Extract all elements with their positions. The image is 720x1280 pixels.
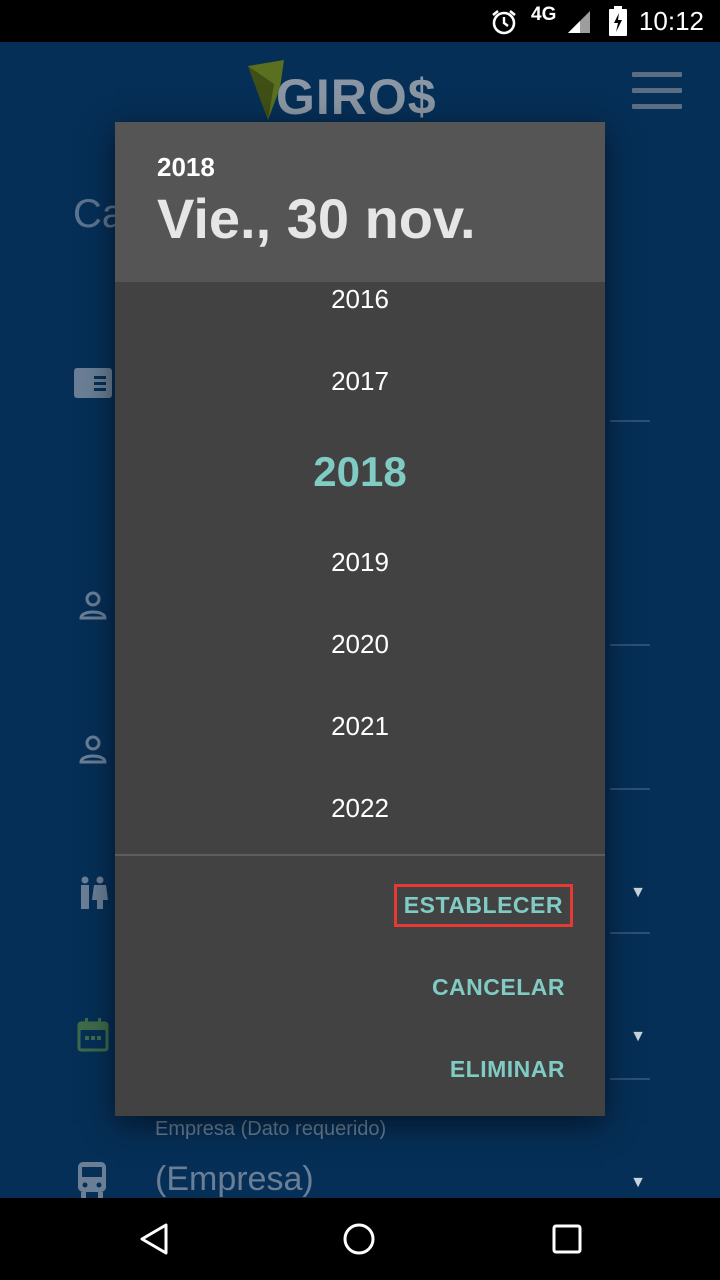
menu-icon[interactable]: [632, 72, 682, 110]
battery-charging-icon: [609, 6, 627, 36]
navigation-bar: [0, 1198, 720, 1280]
field-underline: [610, 788, 650, 790]
delete-button[interactable]: ELIMINAR: [450, 1056, 565, 1083]
company-select[interactable]: (Empresa): [155, 1160, 314, 1198]
cancel-button[interactable]: CANCELAR: [432, 974, 565, 1001]
header-year[interactable]: 2018: [157, 152, 215, 183]
alarm-icon: [492, 9, 516, 35]
year-item[interactable]: 2016: [115, 284, 605, 315]
dropdown-caret-icon[interactable]: ▼: [630, 1174, 646, 1192]
dropdown-caret-icon[interactable]: ▼: [630, 884, 646, 902]
year-item[interactable]: 2019: [115, 547, 605, 578]
date-picker-dialog: 2018 Vie., 30 nov. 2016 2017 2018 2019 2…: [115, 122, 605, 1116]
gender-icon: [81, 876, 108, 909]
field-underline: [610, 420, 650, 422]
field-underline: [610, 1078, 650, 1080]
dropdown-caret-icon[interactable]: ▼: [630, 1028, 646, 1046]
back-icon[interactable]: [138, 1222, 170, 1256]
company-field-label: Empresa (Dato requerido): [155, 1118, 387, 1140]
year-item[interactable]: 2020: [115, 629, 605, 660]
year-item[interactable]: 2017: [115, 366, 605, 397]
id-card-icon: [74, 368, 112, 398]
network-type: 4G: [531, 4, 557, 25]
person-icon: [79, 591, 107, 620]
year-item[interactable]: 2021: [115, 711, 605, 742]
year-item[interactable]: 2022: [115, 793, 605, 824]
app-logo: GIRO$: [276, 69, 437, 125]
bus-icon: [78, 1162, 106, 1198]
date-picker-header: 2018 Vie., 30 nov.: [115, 122, 605, 282]
set-button[interactable]: ESTABLECER: [393, 884, 574, 927]
year-item-selected[interactable]: 2018: [115, 448, 605, 496]
status-clock: 10:12: [638, 6, 704, 36]
person-icon: [79, 735, 107, 764]
recents-icon[interactable]: [552, 1224, 582, 1254]
year-list[interactable]: 2016 2017 2018 2019 2020 2021 2022: [115, 282, 605, 854]
field-underline: [610, 932, 650, 934]
dialog-divider: [115, 854, 605, 856]
header-date[interactable]: Vie., 30 nov.: [157, 186, 476, 251]
signal-icon: [568, 11, 590, 33]
status-bar: 4G 10:12: [0, 0, 720, 42]
calendar-icon: [77, 1018, 109, 1052]
field-underline: [610, 644, 650, 646]
home-icon[interactable]: [342, 1222, 376, 1256]
